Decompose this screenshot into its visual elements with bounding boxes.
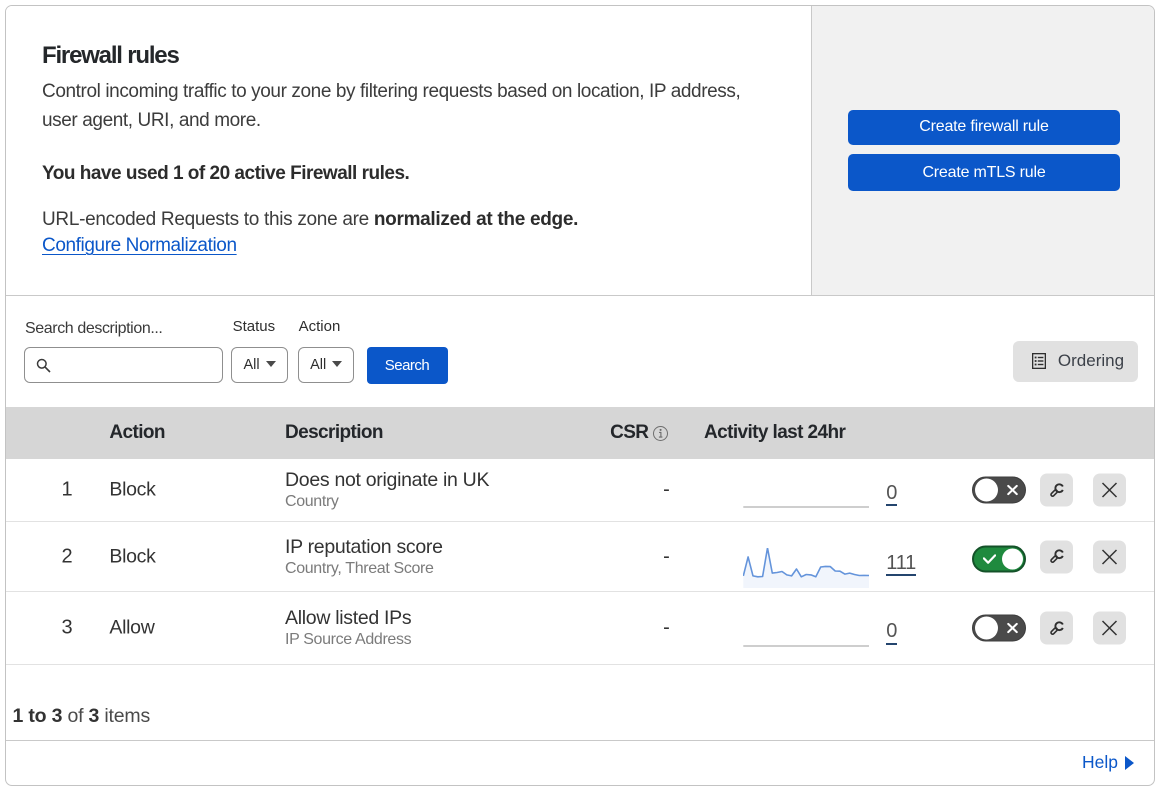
pagination-summary: 1 to 3 of 3 items xyxy=(13,705,151,728)
pagination-of: of xyxy=(62,704,89,727)
caret-right-icon xyxy=(1125,755,1134,770)
x-icon xyxy=(1101,482,1118,498)
action-select-value: All xyxy=(310,356,327,373)
wrench-icon xyxy=(1049,620,1064,635)
activity-count-link[interactable]: 111 xyxy=(886,553,916,577)
status-label: Status xyxy=(232,318,276,335)
toggle-knob xyxy=(974,616,998,640)
chevron-down-icon xyxy=(265,360,276,367)
help-link-label: Help xyxy=(1082,752,1118,772)
rule-priority: 3 xyxy=(61,616,73,639)
normalization-note: URL-encoded Requests to this zone are no… xyxy=(42,205,578,234)
rule-enabled-toggle[interactable] xyxy=(972,614,1026,642)
delete-rule-button[interactable] xyxy=(1093,540,1126,573)
page-description: Control incoming traffic to your zone by… xyxy=(42,80,741,131)
rule-csr-value: - xyxy=(663,478,670,501)
firewall-rules-card: Firewall rules Control incoming traffic … xyxy=(5,5,1155,786)
normalization-note-text: URL-encoded Requests to this zone are xyxy=(42,209,374,230)
x-icon xyxy=(1006,478,1018,503)
delete-rule-button[interactable] xyxy=(1093,473,1126,507)
column-header-csr: CSR xyxy=(610,407,669,459)
actions-panel: Create firewall rule Create mTLS rule xyxy=(811,6,1154,295)
rule-criteria: Country xyxy=(285,493,339,510)
rule-row-1: 1 Block Does not originate in UK Country - 0 xyxy=(6,459,1154,522)
ordering-button-label: Ordering xyxy=(1057,351,1125,371)
column-header-csr-label: CSR xyxy=(610,422,649,443)
activity-count-link[interactable]: 0 xyxy=(886,621,897,645)
column-header-description: Description xyxy=(285,422,384,443)
info-icon[interactable] xyxy=(653,425,669,441)
configure-normalization-link[interactable]: Configure Normalization xyxy=(42,231,237,260)
pagination-range: 1 to 3 xyxy=(12,704,63,727)
rule-action: Block xyxy=(109,545,156,567)
check-icon xyxy=(983,547,996,570)
rule-description-cell: Does not originate in UK Country xyxy=(285,468,489,512)
status-select[interactable]: All xyxy=(231,346,288,383)
status-select-value: All xyxy=(243,356,260,373)
rule-criteria: IP Source Address xyxy=(285,631,412,648)
column-header-activity: Activity last 24hr xyxy=(704,422,846,443)
pagination-total: 3 xyxy=(88,704,100,727)
rule-criteria: Country, Threat Score xyxy=(285,559,434,577)
normalization-note-bold: normalized at the edge. xyxy=(373,209,579,230)
toggle-knob xyxy=(1002,548,1023,569)
rule-description-cell: Allow listed IPs IP Source Address xyxy=(285,606,412,650)
toggle-knob xyxy=(974,478,998,502)
wrench-icon xyxy=(1049,482,1064,497)
search-description-label: Search description... xyxy=(25,320,163,337)
column-header-action: Action xyxy=(109,422,165,443)
activity-sparkline xyxy=(743,548,870,588)
rule-priority: 1 xyxy=(61,478,73,501)
rules-table-body: 1 Block Does not originate in UK Country - 0 2… xyxy=(6,459,1154,665)
rule-enabled-toggle[interactable] xyxy=(972,545,1026,572)
search-input[interactable] xyxy=(59,351,217,378)
table-header: Action Description CSR Activity last 24h… xyxy=(6,407,1154,459)
rule-description: Allow listed IPs xyxy=(285,607,412,629)
rule-description: IP reputation score xyxy=(285,535,443,558)
search-input-wrapper xyxy=(24,346,223,383)
ordering-button[interactable]: Ordering xyxy=(1013,340,1138,382)
activity-count-link[interactable]: 0 xyxy=(886,483,897,507)
page-title: Firewall rules xyxy=(42,42,180,69)
search-button[interactable]: Search xyxy=(366,347,448,384)
overview-text-panel: Firewall rules Control incoming traffic … xyxy=(6,6,811,295)
rule-csr-value: - xyxy=(663,545,670,567)
rule-priority: 2 xyxy=(61,545,73,567)
x-icon xyxy=(1006,616,1018,641)
pagination-bar: 1 to 3 of 3 items xyxy=(6,665,1154,741)
help-footer: Help xyxy=(6,741,1154,785)
x-icon xyxy=(1101,620,1118,636)
create-mtls-rule-button[interactable]: Create mTLS rule xyxy=(848,154,1120,191)
rule-row-2: 2 Block IP reputation score Country, Threat… xyxy=(6,522,1154,592)
wrench-icon xyxy=(1049,549,1064,563)
create-firewall-rule-button[interactable]: Create firewall rule xyxy=(848,109,1120,145)
help-link[interactable]: Help xyxy=(1082,752,1134,773)
activity-sparkline xyxy=(743,645,869,647)
rule-enabled-toggle[interactable] xyxy=(972,476,1026,504)
action-select[interactable]: All xyxy=(298,346,355,383)
edit-rule-button[interactable] xyxy=(1040,611,1073,645)
pagination-items-label: items xyxy=(99,704,151,727)
rule-row-3: 3 Allow Allow listed IPs IP Source Address -… xyxy=(6,592,1154,665)
delete-rule-button[interactable] xyxy=(1093,611,1126,645)
activity-sparkline xyxy=(743,506,869,508)
usage-summary: You have used 1 of 20 active Firewall ru… xyxy=(42,162,410,184)
ordering-list-icon xyxy=(1031,353,1046,370)
x-icon xyxy=(1101,548,1118,565)
overview-section: Firewall rules Control incoming traffic … xyxy=(6,6,1154,296)
action-label: Action xyxy=(298,318,341,335)
edit-rule-button[interactable] xyxy=(1040,540,1073,573)
edit-rule-button[interactable] xyxy=(1040,473,1073,507)
rule-description: Does not originate in UK xyxy=(285,469,490,491)
rule-csr-value: - xyxy=(663,616,670,639)
rule-action: Allow xyxy=(109,616,155,639)
search-icon xyxy=(36,358,51,373)
rule-description-cell: IP reputation score Country, Threat Score xyxy=(285,535,443,579)
rule-action: Block xyxy=(109,478,156,501)
filter-bar: Search description... Status All Action … xyxy=(6,297,1154,407)
chevron-down-icon xyxy=(332,360,343,367)
